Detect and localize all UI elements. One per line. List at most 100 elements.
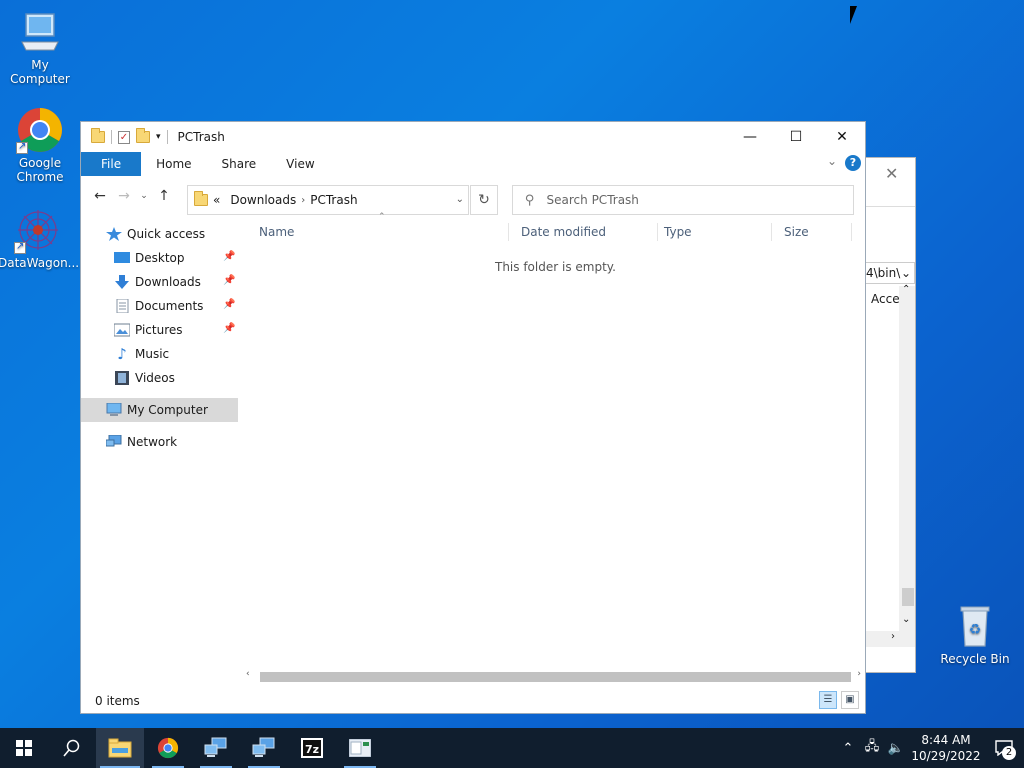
taskbar-7zip[interactable]: 7z bbox=[288, 728, 336, 768]
nav-label: Documents bbox=[135, 299, 204, 313]
nav-label: Pictures bbox=[135, 323, 183, 337]
scroll-down-icon[interactable]: ⌄ bbox=[902, 614, 910, 625]
chevron-down-icon[interactable]: ⌄ bbox=[456, 194, 464, 205]
scroll-right-icon[interactable]: › bbox=[891, 631, 895, 642]
desktop-icon-datawagon[interactable]: DataWagon... bbox=[0, 206, 80, 270]
column-date-modified[interactable]: Date modified bbox=[508, 223, 658, 241]
desktop-icon-google-chrome[interactable]: Google Chrome bbox=[0, 106, 80, 184]
action-center-button[interactable]: 2 bbox=[984, 728, 1024, 768]
nav-downloads[interactable]: Downloads 📌 bbox=[81, 270, 241, 294]
recent-locations-icon[interactable]: ⌄ bbox=[137, 185, 151, 207]
path-dropdown[interactable]: 4\bin\ ⌄ bbox=[861, 262, 915, 284]
horizontal-scrollbar[interactable]: ‹ › bbox=[246, 669, 865, 683]
sort-ascending-icon: ⌃ bbox=[378, 212, 386, 222]
desktop-icon-my-computer[interactable]: My Computer bbox=[0, 8, 80, 86]
pin-icon[interactable]: 📌 bbox=[223, 299, 235, 310]
details-view-icon[interactable]: ☰ bbox=[819, 691, 837, 709]
scroll-right-icon[interactable]: › bbox=[857, 669, 861, 679]
breadcrumb-downloads[interactable]: Downloads bbox=[230, 193, 296, 207]
expand-ribbon-icon[interactable]: ⌄ bbox=[827, 154, 837, 168]
nav-quick-access[interactable]: Quick access bbox=[81, 222, 241, 246]
nav-network[interactable]: Network bbox=[81, 430, 241, 454]
start-button[interactable] bbox=[0, 728, 48, 768]
scroll-left-icon[interactable]: ‹ bbox=[246, 669, 250, 679]
music-icon: ♪ bbox=[117, 345, 127, 363]
breadcrumb-pctrash[interactable]: PCTrash bbox=[310, 193, 357, 207]
tab-home[interactable]: Home bbox=[141, 152, 206, 176]
tab-share[interactable]: Share bbox=[207, 152, 272, 176]
svg-text:♻: ♻ bbox=[969, 622, 982, 638]
taskbar-network-app-1[interactable] bbox=[192, 728, 240, 768]
file-list[interactable]: ⌃ Name Date modified Type Size This fold… bbox=[246, 212, 865, 689]
background-window[interactable]: ✕ 4\bin\ ⌄ Acce ⌃ ⌄ › bbox=[860, 157, 916, 673]
desktop-icon-label: My Computer bbox=[10, 58, 70, 86]
network-status-icon[interactable]: 🖧 bbox=[860, 737, 884, 759]
explorer-body: Quick access Desktop 📌 Downloads 📌 Docum… bbox=[81, 212, 865, 689]
pin-icon[interactable]: 📌 bbox=[223, 323, 235, 334]
horizontal-scrollbar[interactable]: › bbox=[861, 631, 915, 647]
chrome-icon bbox=[157, 737, 179, 759]
customize-dropdown-icon[interactable]: ▾ bbox=[156, 132, 161, 142]
taskbar-chrome[interactable] bbox=[144, 728, 192, 768]
column-type[interactable]: Type bbox=[652, 223, 772, 241]
nav-music[interactable]: ♪ Music bbox=[81, 342, 241, 366]
shortcut-arrow-icon bbox=[14, 240, 26, 254]
nav-my-computer[interactable]: My Computer bbox=[81, 398, 238, 422]
pin-icon[interactable]: 📌 bbox=[223, 275, 235, 286]
nav-pictures[interactable]: Pictures 📌 bbox=[81, 318, 241, 342]
show-hidden-icons-icon[interactable]: ⌃ bbox=[836, 741, 860, 756]
maximize-button[interactable]: ☐ bbox=[773, 122, 819, 152]
breadcrumb-overflow[interactable]: « bbox=[213, 193, 220, 207]
tab-view[interactable]: View bbox=[271, 152, 329, 176]
column-name[interactable]: Name bbox=[247, 223, 507, 241]
folder-icon bbox=[91, 128, 105, 143]
up-button[interactable]: ↑ bbox=[153, 185, 175, 207]
file-explorer-icon bbox=[108, 738, 132, 758]
chevron-right-icon[interactable]: › bbox=[301, 195, 305, 206]
window-title: PCTrash bbox=[177, 130, 225, 144]
desktop-icon-recycle-bin[interactable]: ♻ Recycle Bin bbox=[935, 602, 1015, 666]
nav-desktop[interactable]: Desktop 📌 bbox=[81, 246, 241, 270]
volume-icon[interactable]: 🔈 bbox=[884, 741, 908, 756]
minimize-button[interactable]: — bbox=[727, 122, 773, 152]
nav-label: Downloads bbox=[135, 275, 201, 289]
nav-documents[interactable]: Documents 📌 bbox=[81, 294, 241, 318]
navigation-bar: ← → ⌄ ↑ « Downloads › PCTrash ⌄ ↻ ⚲ bbox=[81, 176, 865, 216]
large-icons-view-icon[interactable]: ▣ bbox=[841, 691, 859, 709]
taskbar-file-explorer[interactable] bbox=[96, 728, 144, 768]
close-button[interactable]: ✕ bbox=[819, 122, 865, 152]
taskbar-app-window[interactable] bbox=[336, 728, 384, 768]
tab-file[interactable]: File bbox=[81, 152, 142, 176]
path-fragment: 4\bin\ bbox=[866, 266, 901, 280]
search-button[interactable] bbox=[48, 728, 96, 768]
documents-icon bbox=[114, 298, 130, 314]
back-button[interactable]: ← bbox=[89, 185, 111, 207]
forward-button[interactable]: → bbox=[113, 185, 135, 207]
scroll-thumb[interactable] bbox=[902, 588, 914, 606]
scroll-thumb[interactable] bbox=[260, 672, 851, 682]
search-box[interactable]: ⚲ bbox=[512, 185, 854, 215]
pin-icon[interactable]: 📌 bbox=[223, 251, 235, 262]
title-bar[interactable]: ✓ ▾ PCTrash — ☐ ✕ bbox=[81, 122, 865, 152]
datawagon-icon bbox=[14, 206, 62, 254]
7zip-icon: 7z bbox=[301, 738, 323, 758]
nav-videos[interactable]: Videos bbox=[81, 366, 241, 390]
new-folder-icon[interactable] bbox=[136, 128, 150, 143]
address-bar[interactable]: « Downloads › PCTrash ⌄ bbox=[187, 185, 469, 215]
scroll-up-icon[interactable]: ⌃ bbox=[902, 284, 910, 295]
empty-folder-message: This folder is empty. bbox=[495, 260, 616, 274]
taskbar-network-app-2[interactable] bbox=[240, 728, 288, 768]
clock[interactable]: 8:44 AM 10/29/2022 bbox=[908, 732, 984, 764]
close-icon[interactable]: ✕ bbox=[885, 164, 898, 183]
desktop-icon-label: DataWagon... bbox=[0, 256, 80, 270]
system-tray: ⌃ 🖧 🔈 8:44 AM 10/29/2022 2 bbox=[836, 728, 1024, 768]
refresh-button[interactable]: ↻ bbox=[470, 185, 498, 215]
properties-icon[interactable]: ✓ bbox=[118, 130, 130, 144]
shortcut-arrow-icon bbox=[16, 140, 28, 154]
file-explorer-window[interactable]: ✓ ▾ PCTrash — ☐ ✕ File Home Share View ⌄… bbox=[80, 121, 866, 714]
vertical-scrollbar[interactable]: ⌃ ⌄ bbox=[899, 284, 915, 631]
notification-count-badge: 2 bbox=[1002, 746, 1016, 760]
column-size[interactable]: Size bbox=[772, 223, 852, 241]
help-icon[interactable]: ? bbox=[845, 155, 861, 171]
search-input[interactable] bbox=[546, 193, 827, 207]
